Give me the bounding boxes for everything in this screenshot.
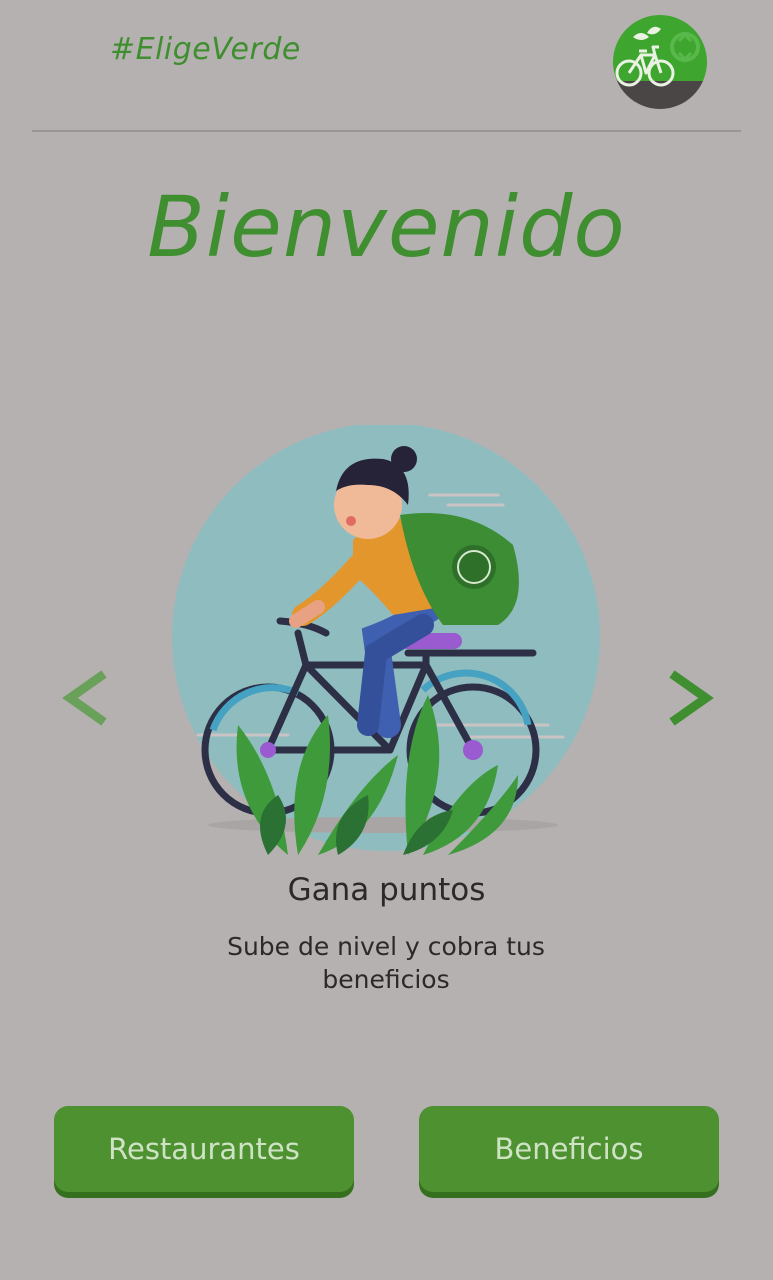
slide-title: Gana puntos: [287, 872, 486, 908]
chevron-left-icon[interactable]: [60, 668, 112, 728]
slide-description: Sube de nivel y cobra tus beneficios: [227, 932, 545, 994]
chevron-right-icon[interactable]: [664, 668, 716, 728]
cyclist-illustration: [168, 423, 608, 865]
eco-bike-logo-icon[interactable]: [613, 15, 707, 109]
benefits-button[interactable]: Beneficios: [419, 1106, 719, 1192]
page-title: Bienvenido: [147, 178, 626, 276]
restaurants-button[interactable]: Restaurantes: [54, 1106, 354, 1192]
header-divider: [32, 130, 741, 132]
hashtag-label: #EligeVerde: [110, 32, 301, 67]
